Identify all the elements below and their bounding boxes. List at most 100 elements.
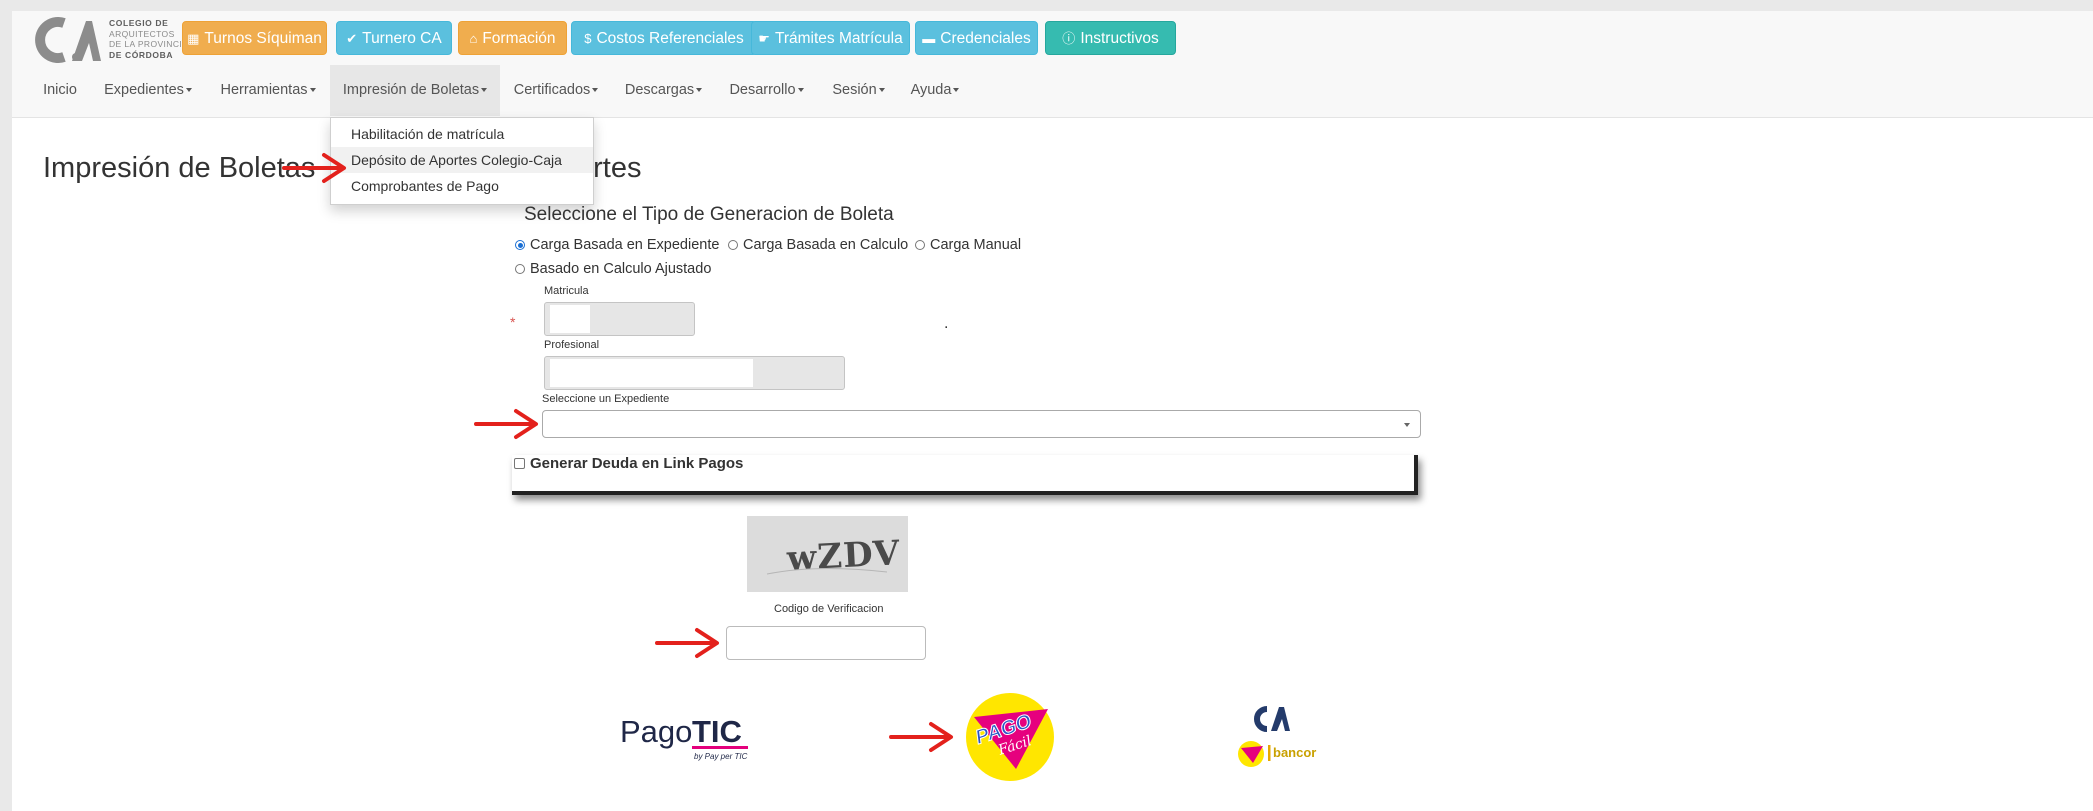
pagofacil-logo[interactable]: PAGO Fácil [960, 687, 1060, 792]
hand-icon: ☛ [758, 31, 770, 46]
turnos-siquiman-button[interactable]: ▦ Turnos Síquiman [182, 21, 327, 55]
nav-descargas-label: Descargas [624, 82, 695, 98]
nav-impresion-de-boletas-label: Impresión de Boletas [342, 82, 480, 98]
tramites-matricula-label: Trámites Matrícula [774, 30, 903, 47]
ca-logo-mark [35, 17, 101, 63]
pagotic-word1: Pago [620, 714, 692, 749]
expediente-label: Seleccione un Expediente [542, 393, 670, 405]
nav-impresion-de-boletas[interactable]: Impresión de Boletas [330, 65, 500, 116]
logo-line-1: COLEGIO DE [109, 18, 169, 28]
matricula-field[interactable] [544, 302, 695, 336]
expediente-select[interactable] [542, 410, 1421, 438]
nav-certificados[interactable]: Certificados [500, 65, 612, 116]
credit-card-icon: ▬ [922, 31, 936, 46]
radio-icon [915, 240, 925, 250]
nav-sesion-label: Sesión [832, 82, 877, 98]
nav-descargas[interactable]: Descargas [612, 65, 715, 116]
ca-bancor-graphic: bancor [1238, 706, 1316, 767]
redacted-value [550, 305, 590, 333]
menu-item-deposito-aportes[interactable]: Depósito de Aportes Colegio-Caja [331, 147, 593, 173]
formacion-button[interactable]: ⌂ Formación [458, 21, 567, 55]
turnero-ca-label: Turnero CA [362, 30, 442, 47]
caret-down-icon [696, 88, 703, 93]
info-icon: ⓘ [1062, 31, 1076, 46]
nav-sesion[interactable]: Sesión [818, 65, 899, 116]
costos-referenciales-button[interactable]: $ Costos Referenciales [571, 21, 757, 55]
radio-icon [515, 264, 525, 274]
radio-ajustado-label: Basado en Calculo Ajustado [530, 261, 712, 277]
profesional-field[interactable] [544, 356, 845, 390]
turnero-ca-button[interactable]: ✔ Turnero CA [336, 21, 452, 55]
caret-down-icon [592, 88, 599, 93]
credenciales-button[interactable]: ▬ Credenciales [915, 21, 1038, 55]
nav-herramientas-label: Herramientas [220, 82, 308, 98]
stray-dot: . [944, 315, 949, 332]
tramites-matricula-button[interactable]: ☛ Trámites Matrícula [751, 21, 910, 55]
page-title-start: Impresión de Boletas [43, 152, 316, 184]
top-navbar: COLEGIO DE ARQUITECTOS DE LA PROVINCIA D… [12, 11, 2093, 118]
annotation-arrow-icon [889, 722, 953, 752]
nav-inicio[interactable]: Inicio [30, 65, 90, 116]
instructivos-button[interactable]: ⓘ Instructivos [1045, 21, 1176, 55]
pagotic-tagline: by Pay per TIC [694, 752, 748, 761]
pagotic-word2: TIC [692, 714, 742, 749]
required-mark: * [510, 314, 516, 330]
matricula-label: Matricula [544, 285, 589, 297]
nav-herramientas[interactable]: Herramientas [206, 65, 330, 116]
instructivos-label: Instructivos [1080, 30, 1159, 47]
radio-manual-label: Carga Manual [930, 237, 1022, 253]
logo-line-2: ARQUITECTOS [109, 28, 175, 39]
captcha-text: wZDV [785, 533, 901, 579]
grid-icon: ▦ [187, 31, 200, 46]
check-circle-icon: ✔ [346, 31, 358, 46]
nav-ayuda-label: Ayuda [910, 82, 952, 98]
dollar-icon: $ [584, 31, 592, 46]
verification-code-input[interactable] [726, 626, 926, 660]
generar-deuda-checkbox[interactable]: Generar Deuda en Link Pagos [514, 455, 743, 472]
caret-down-icon [481, 88, 488, 93]
nav-expedientes[interactable]: Expedientes [90, 65, 206, 116]
radio-selected-icon [515, 240, 525, 250]
pagofacil-graphic: PAGO Fácil [966, 693, 1054, 781]
page: COLEGIO DE ARQUITECTOS DE LA PROVINCIA D… [12, 11, 2093, 811]
captcha-image: wZDV [747, 516, 908, 592]
nav-desarrollo-label: Desarrollo [729, 82, 796, 98]
caret-down-icon [797, 88, 804, 93]
annotation-arrow-icon [282, 153, 346, 183]
annotation-arrow-icon [655, 628, 719, 658]
pagotic-logo[interactable]: Pago TIC by Pay per TIC [620, 704, 755, 769]
form-title: Seleccione el Tipo de Generacion de Bole… [524, 204, 894, 225]
menu-item-comprobantes[interactable]: Comprobantes de Pago [331, 173, 593, 199]
captcha-label: Codigo de Verificacion [774, 603, 884, 615]
radio-option-manual[interactable]: Carga Manual [915, 237, 1021, 253]
radio-option-calculo[interactable]: Carga Basada en Calculo [728, 237, 908, 253]
nav-expedientes-label: Expedientes [104, 82, 184, 98]
radio-option-ajustado[interactable]: Basado en Calculo Ajustado [515, 261, 711, 277]
radio-calculo-label: Carga Basada en Calculo [743, 237, 909, 253]
ca-bancor-logo[interactable]: bancor [1237, 701, 1327, 776]
bancor-text: bancor [1273, 745, 1316, 760]
impresion-dropdown-menu: Habilitación de matrícula Depósito de Ap… [330, 117, 594, 205]
radio-expediente-label: Carga Basada en Expediente [530, 237, 720, 253]
logo-line-3: DE LA PROVINCIA [109, 39, 189, 49]
nav-inicio-label: Inicio [43, 82, 77, 98]
formacion-label: Formación [482, 30, 556, 47]
radio-option-expediente[interactable]: Carga Basada en Expediente [515, 237, 719, 253]
caret-down-icon [953, 88, 960, 93]
radio-icon [728, 240, 738, 250]
profesional-label: Profesional [544, 339, 600, 351]
caret-down-icon [878, 88, 885, 93]
logo-line-4: DE CÓRDOBA [109, 49, 174, 60]
nav-desarrollo[interactable]: Desarrollo [715, 65, 818, 116]
logo-text: COLEGIO DE ARQUITECTOS DE LA PROVINCIA D… [109, 18, 188, 60]
costos-referenciales-label: Costos Referenciales [596, 30, 744, 47]
college-logo[interactable]: COLEGIO DE ARQUITECTOS DE LA PROVINCIA D… [30, 15, 193, 65]
select-arrow-icon [1404, 423, 1410, 427]
menu-item-habilitacion[interactable]: Habilitación de matrícula [331, 121, 593, 147]
pagotic-graphic: Pago TIC by Pay per TIC [620, 714, 748, 761]
turnos-siquiman-label: Turnos Síquiman [204, 30, 322, 47]
nav-ayuda[interactable]: Ayuda [899, 65, 971, 116]
redacted-value [550, 359, 753, 387]
nav-certificados-label: Certificados [513, 82, 591, 98]
generar-deuda-label: Generar Deuda en Link Pagos [530, 455, 744, 472]
